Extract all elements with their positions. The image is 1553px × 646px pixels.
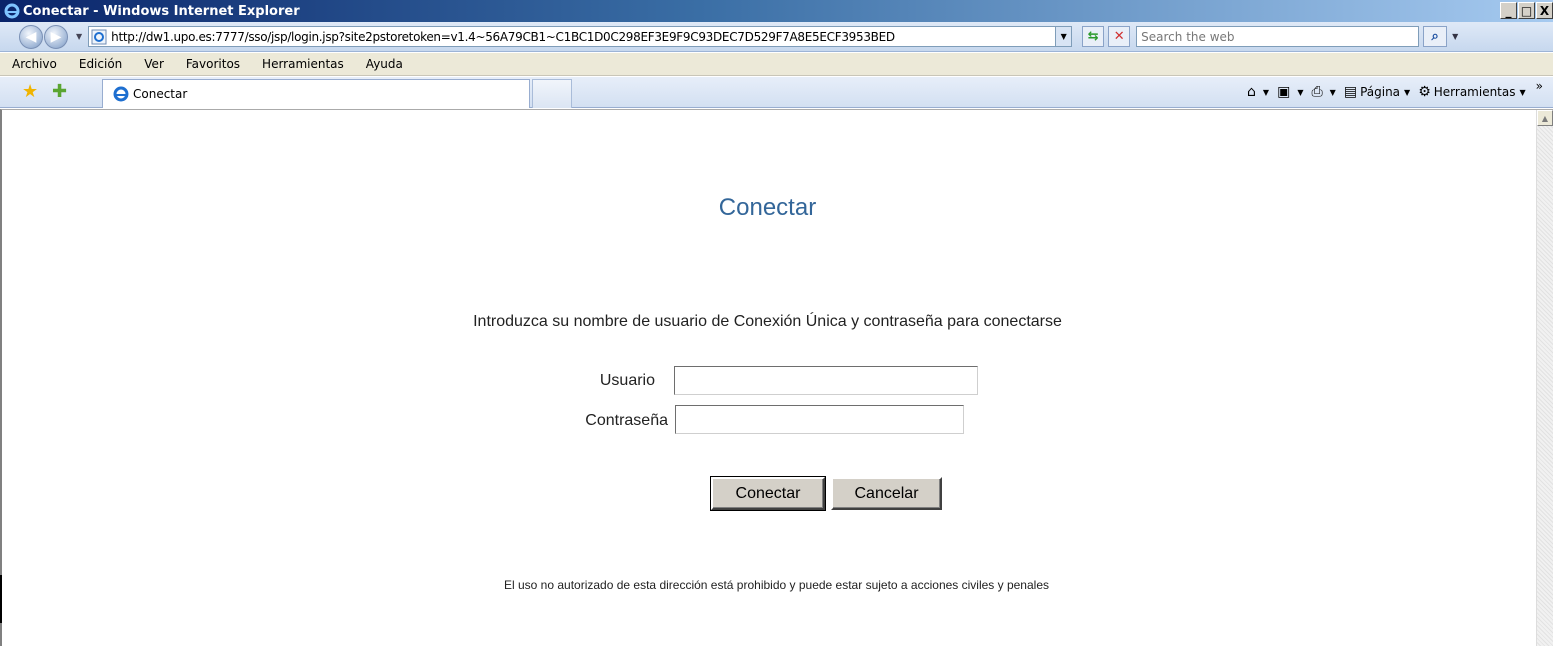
- maximize-button[interactable]: □: [1518, 2, 1535, 19]
- menu-bar: Archivo Edición Ver Favoritos Herramient…: [0, 53, 1553, 76]
- window-controls: _ □ X: [1500, 2, 1553, 19]
- home-icon: ⌂: [1247, 84, 1256, 100]
- window-title: Conectar - Windows Internet Explorer: [23, 3, 300, 19]
- window-edge-divider: [0, 575, 2, 623]
- gear-icon: ⚙: [1418, 84, 1431, 100]
- username-field[interactable]: [674, 366, 978, 395]
- stop-button[interactable]: ✕: [1108, 26, 1131, 47]
- page-menu-button[interactable]: ▤ Página ▼: [1344, 84, 1410, 100]
- login-instructions: Introduzca su nombre de usuario de Conex…: [473, 313, 1062, 330]
- print-button[interactable]: ⎙ ▼: [1311, 84, 1335, 100]
- username-label: Usuario: [599, 372, 655, 389]
- refresh-button[interactable]: ⇆: [1082, 26, 1105, 47]
- search-input[interactable]: Search the web: [1136, 26, 1420, 47]
- address-bar[interactable]: http://dw1.upo.es:7777/sso/jsp/login.jsp…: [88, 26, 1073, 47]
- page-menu-label: Página: [1360, 85, 1401, 99]
- tools-menu-label: Herramientas: [1433, 85, 1516, 99]
- address-toolbar: ◀ ▶ ▼ http://dw1.upo.es:7777/sso/jsp/log…: [0, 22, 1553, 52]
- tab-bar: ★ ✚ Conectar ⌂ ▼ ▣ ▼ ⎙ ▼ ▤ Página ▼ ⚙ Herramie…: [0, 77, 1553, 108]
- stop-icon: ✕: [1113, 29, 1125, 44]
- tab-conectar[interactable]: Conectar: [102, 79, 530, 108]
- scroll-up-icon[interactable]: ▲: [1537, 110, 1553, 126]
- chevron-down-icon: ▼: [1262, 87, 1270, 97]
- password-label: Contraseña: [585, 412, 668, 429]
- address-url[interactable]: http://dw1.upo.es:7777/sso/jsp/login.jsp…: [111, 30, 895, 44]
- close-button[interactable]: X: [1536, 2, 1553, 19]
- vertical-scrollbar[interactable]: ▲: [1536, 110, 1553, 646]
- refresh-icon: ⇆: [1087, 29, 1099, 44]
- page-icon: ▤: [1343, 84, 1358, 100]
- menu-ayuda[interactable]: Ayuda: [366, 57, 403, 71]
- page-title: Conectar: [718, 194, 817, 221]
- menu-edicion[interactable]: Edición: [79, 57, 122, 71]
- forward-arrow-icon: ▶: [50, 28, 62, 45]
- print-icon: ⎙: [1311, 84, 1323, 100]
- menu-herramientas[interactable]: Herramientas: [262, 57, 344, 71]
- window-titlebar: Conectar - Windows Internet Explorer _ □…: [0, 0, 1553, 22]
- chevron-down-icon: ▼: [1297, 87, 1304, 97]
- search-options-dropdown-icon[interactable]: ▼: [1452, 32, 1458, 41]
- ie-logo-icon: [4, 3, 20, 19]
- chevron-down-icon: ▼: [1329, 87, 1336, 97]
- address-dropdown-icon[interactable]: ▼: [1055, 27, 1072, 46]
- history-dropdown-icon[interactable]: ▼: [76, 32, 82, 41]
- favorites-star-icon[interactable]: ★: [22, 83, 38, 101]
- connect-button[interactable]: Conectar: [710, 476, 826, 511]
- menu-archivo[interactable]: Archivo: [12, 57, 57, 71]
- forward-button[interactable]: ▶: [44, 24, 68, 49]
- menu-ver[interactable]: Ver: [144, 57, 164, 71]
- cancel-button[interactable]: Cancelar: [831, 477, 942, 510]
- home-button[interactable]: ⌂ ▼: [1247, 84, 1269, 100]
- search-button[interactable]: ⌕: [1423, 26, 1448, 47]
- feeds-icon: ▣: [1277, 84, 1291, 100]
- password-field[interactable]: [675, 405, 964, 434]
- new-tab-button[interactable]: [532, 79, 572, 108]
- ie-page-icon: [91, 29, 107, 44]
- tab-label: Conectar: [133, 87, 188, 101]
- chevron-down-icon: ▼: [1519, 87, 1526, 97]
- back-button[interactable]: ◀: [19, 24, 43, 49]
- ie-logo-icon: [113, 86, 129, 102]
- tools-menu-button[interactable]: ⚙ Herramientas ▼: [1418, 84, 1525, 100]
- minimize-button[interactable]: _: [1500, 2, 1517, 19]
- legal-notice: El uso no autorizado de esta dirección e…: [504, 578, 1049, 592]
- back-arrow-icon: ◀: [25, 28, 37, 45]
- menu-favoritos[interactable]: Favoritos: [186, 57, 240, 71]
- chevron-down-icon: ▼: [1404, 87, 1411, 97]
- search-icon: ⌕: [1431, 29, 1439, 44]
- command-bar: ⌂ ▼ ▣ ▼ ⎙ ▼ ▤ Página ▼ ⚙ Herramientas ▼ »: [1239, 79, 1543, 100]
- feeds-button[interactable]: ▣ ▼: [1277, 84, 1303, 100]
- more-commands-icon[interactable]: »: [1536, 79, 1543, 93]
- add-favorites-icon[interactable]: ✚: [52, 83, 67, 101]
